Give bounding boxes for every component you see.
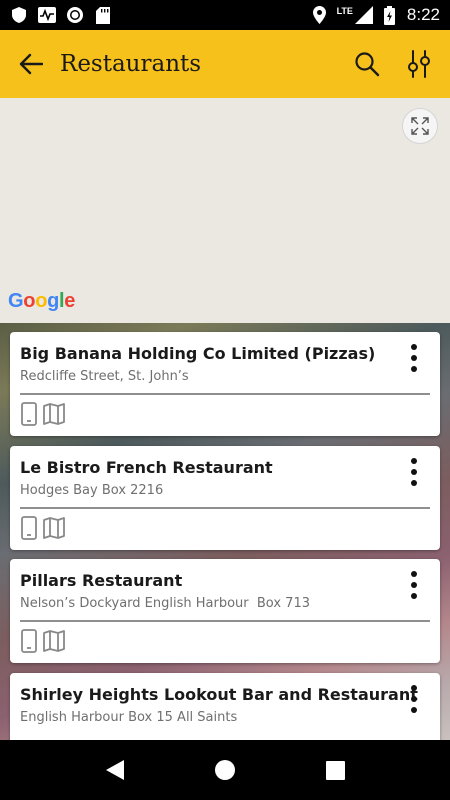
restaurant-address: Redcliffe Street, St. John’s	[20, 369, 189, 384]
more-options-button[interactable]	[402, 456, 426, 488]
more-vert-icon	[411, 685, 417, 713]
divider	[20, 507, 430, 509]
restaurant-list[interactable]: Big Banana Holding Co Limited (Pizzas) R…	[0, 323, 450, 740]
record-icon	[66, 6, 84, 24]
phone-icon	[21, 516, 37, 540]
more-options-button[interactable]	[402, 569, 426, 601]
activity-icon	[38, 6, 56, 24]
restaurant-address: Hodges Bay Box 2216	[20, 483, 164, 498]
more-vert-icon	[411, 571, 417, 599]
map-view[interactable]: Google	[0, 98, 450, 323]
search-icon	[355, 52, 380, 77]
restaurant-address: Nelson’s Dockyard English Harbour Box 71…	[20, 596, 310, 611]
sd-card-icon	[94, 6, 112, 24]
navigation-bar	[0, 740, 450, 800]
location-icon	[311, 6, 329, 24]
more-vert-icon	[411, 344, 417, 372]
nav-recents-button[interactable]	[315, 750, 355, 790]
nav-back-button[interactable]	[95, 750, 135, 790]
restaurant-card[interactable]: Pillars Restaurant Nelson’s Dockyard Eng…	[10, 559, 440, 663]
signal-icon	[354, 6, 373, 24]
restaurant-address: English Harbour Box 15 All Saints	[20, 710, 238, 725]
restaurant-name: Le Bistro French Restaurant	[20, 458, 273, 477]
network-type: LTE	[336, 6, 353, 16]
phone-button[interactable]	[20, 516, 38, 544]
expand-map-button[interactable]	[402, 108, 438, 144]
card-actions	[20, 629, 66, 657]
more-options-button[interactable]	[402, 683, 426, 715]
nav-home-button[interactable]	[205, 750, 245, 790]
app-bar-actions	[350, 47, 436, 81]
search-button[interactable]	[350, 47, 384, 81]
back-button[interactable]	[14, 47, 48, 81]
google-logo: Google	[8, 290, 76, 312]
restaurant-card[interactable]: Big Banana Holding Co Limited (Pizzas) R…	[10, 332, 440, 436]
restaurant-card[interactable]: Le Bistro French Restaurant Hodges Bay B…	[10, 446, 440, 550]
map-button[interactable]	[42, 629, 66, 657]
card-actions	[20, 516, 66, 544]
shield-icon	[10, 6, 28, 24]
arrow-back-icon	[19, 53, 43, 75]
filter-button[interactable]	[402, 47, 436, 81]
divider	[20, 620, 430, 622]
phone-button[interactable]	[20, 402, 38, 430]
page-title: Restaurants	[60, 51, 202, 77]
status-system: LTE 8:22	[311, 5, 440, 25]
restaurant-name: Shirley Heights Lookout Bar and Restaura…	[20, 685, 418, 704]
battery-icon	[381, 5, 399, 25]
restaurant-name: Pillars Restaurant	[20, 571, 183, 590]
map-icon	[43, 630, 65, 652]
map-button[interactable]	[42, 402, 66, 430]
more-vert-icon	[411, 458, 417, 486]
map-icon	[43, 517, 65, 539]
nav-back-icon	[106, 760, 124, 780]
tune-icon	[408, 50, 430, 78]
divider	[20, 393, 430, 395]
status-notifications	[10, 6, 112, 24]
fullscreen-icon	[411, 117, 429, 135]
restaurant-card[interactable]: Shirley Heights Lookout Bar and Restaura…	[10, 673, 440, 740]
phone-button[interactable]	[20, 629, 38, 657]
restaurant-name: Big Banana Holding Co Limited (Pizzas)	[20, 344, 376, 363]
status-time: 8:22	[406, 5, 440, 24]
nav-home-icon	[215, 760, 235, 780]
card-actions	[20, 402, 66, 430]
status-bar: LTE 8:22	[0, 0, 450, 30]
phone-icon	[21, 402, 37, 426]
nav-recents-icon	[325, 760, 345, 780]
map-icon	[43, 403, 65, 425]
app-bar: Restaurants	[0, 30, 450, 98]
more-options-button[interactable]	[402, 342, 426, 374]
phone-icon	[21, 629, 37, 653]
map-button[interactable]	[42, 516, 66, 544]
